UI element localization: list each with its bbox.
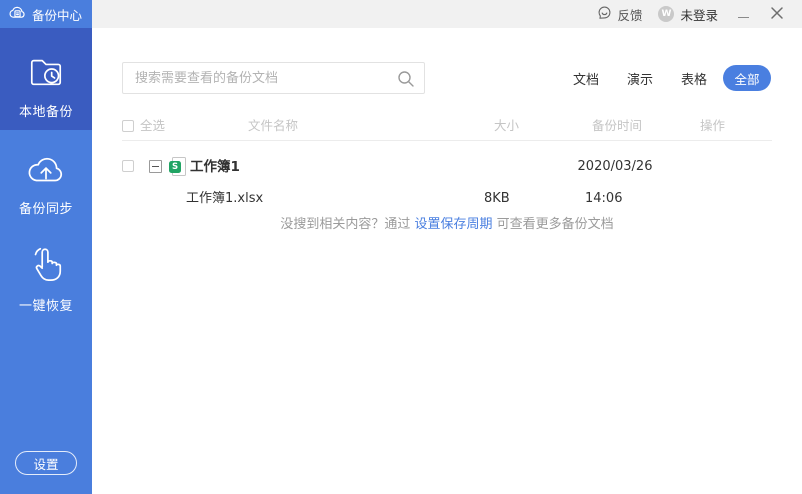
feedback-label: 反馈 [617, 7, 643, 23]
file-backup-time: 14:06 [585, 191, 623, 206]
group-name[interactable]: 工作簿1 [190, 152, 240, 182]
avatar: W [658, 6, 675, 22]
cloud-upload-icon [26, 153, 66, 191]
spreadsheet-badge: S [169, 161, 181, 173]
sidebar: 本地备份 备份同步 一键恢复 设置 [0, 28, 92, 494]
tab-documents[interactable]: 文档 [573, 69, 599, 88]
title-bar: 备份中心 反馈 W 未登录 [0, 0, 802, 28]
spreadsheet-file-icon: S [169, 157, 186, 177]
header-backup-time: 备份时间 [592, 118, 643, 133]
table-row-group: S 工作簿1 2020/03/26 [122, 152, 772, 182]
hint-text: 没搜到相关内容？通过 设置保存周期 可查看更多备份文档 [122, 213, 772, 232]
search-box [122, 62, 425, 94]
sidebar-item-one-key-restore[interactable]: 一键恢复 [0, 230, 92, 330]
select-all-checkbox[interactable] [122, 120, 134, 132]
hint-prefix: 没搜到相关内容？通过 [280, 217, 415, 232]
set-save-period-link[interactable]: 设置保存周期 [414, 217, 492, 232]
minimize-icon [737, 16, 749, 18]
file-name[interactable]: 工作簿1.xlsx [186, 186, 263, 212]
account-area[interactable]: W 未登录 [658, 5, 718, 24]
sidebar-item-backup-sync[interactable]: 备份同步 [0, 130, 92, 230]
feedback-smiley-icon [597, 5, 612, 23]
close-icon [770, 5, 784, 24]
table-row-file: 工作簿1.xlsx 8KB 14:06 [122, 186, 772, 212]
header-operations: 操作 [700, 118, 726, 133]
settings-button[interactable]: 设置 [15, 451, 77, 475]
search-icon[interactable] [397, 70, 415, 92]
header-file-name: 文件名称 [248, 118, 299, 133]
hint-suffix: 可查看更多备份文档 [492, 217, 614, 232]
folder-clock-icon [27, 54, 65, 94]
filter-tabs: 文档 演示 表格 全部 [560, 62, 774, 94]
table-header: 全选 文件名称 大小 备份时间 操作 [122, 112, 772, 140]
sidebar-item-local-backup[interactable]: 本地备份 [0, 28, 92, 130]
header-size: 大小 [494, 118, 520, 133]
sidebar-item-label: 一键恢复 [18, 299, 73, 314]
header-divider [122, 140, 772, 141]
row-checkbox[interactable] [122, 160, 134, 172]
tab-all[interactable]: 全部 [723, 65, 772, 91]
app-title: 备份中心 [32, 7, 83, 23]
backup-cloud-icon [9, 5, 26, 24]
search-input[interactable] [123, 63, 424, 93]
login-status: 未登录 [680, 7, 718, 23]
app-header: 备份中心 [0, 0, 92, 28]
file-size: 8KB [484, 191, 510, 206]
titlebar-controls: 反馈 W 未登录 [597, 0, 802, 28]
select-all-label: 全选 [140, 118, 166, 133]
feedback-button[interactable]: 反馈 [597, 5, 642, 24]
collapse-icon[interactable] [149, 160, 162, 173]
hand-click-icon [27, 244, 65, 288]
tab-spreadsheets[interactable]: 表格 [681, 69, 707, 88]
minimize-button[interactable] [734, 5, 752, 23]
group-backup-date: 2020/03/26 [577, 159, 653, 174]
sidebar-item-label: 备份同步 [18, 202, 73, 217]
close-button[interactable] [768, 5, 786, 23]
sidebar-item-label: 本地备份 [18, 105, 73, 120]
tab-presentations[interactable]: 演示 [627, 69, 653, 88]
